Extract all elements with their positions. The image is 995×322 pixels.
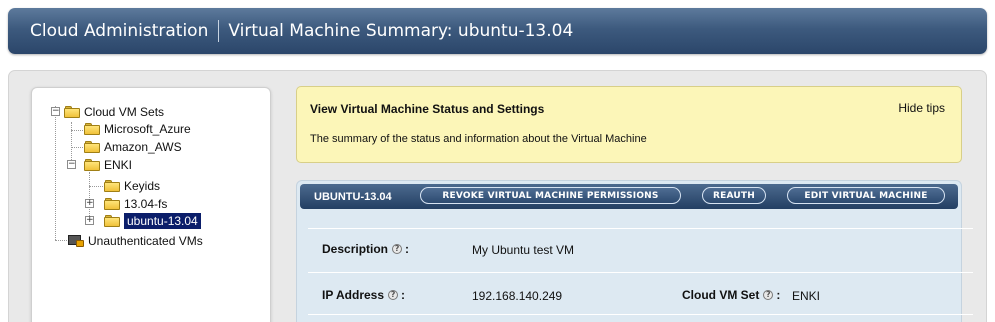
folder-icon: [104, 180, 120, 192]
tree-connector: [89, 186, 103, 187]
description-label-text: Description: [322, 242, 389, 256]
colon: :: [776, 288, 781, 302]
page-title: Virtual Machine Summary: ubuntu-13.04: [228, 21, 574, 41]
tree-connector: [71, 147, 85, 148]
vm-tree-panel: − Cloud VM Sets Microsoft_Azure Amazon_A…: [31, 87, 271, 322]
revoke-permissions-button[interactable]: REVOKE VIRTUAL MACHINE PERMISSIONS: [420, 187, 681, 204]
cloud-vm-set-value: ENKI: [792, 289, 821, 303]
folder-icon: [104, 198, 120, 210]
title-bar: Cloud Administration Virtual Machine Sum…: [8, 8, 987, 54]
help-icon[interactable]: ?: [388, 290, 399, 300]
colon: :: [401, 288, 406, 302]
tips-description: The summary of the status and informatio…: [310, 133, 647, 145]
edit-vm-button[interactable]: EDIT VIRTUAL MACHINE: [787, 187, 945, 204]
tree-item-cloud-vm-sets[interactable]: Cloud VM Sets: [64, 104, 164, 120]
tree-connector: [55, 106, 56, 240]
tree-item-amazon-aws[interactable]: Amazon_AWS: [84, 139, 182, 155]
vm-name: UBUNTU-13.04: [314, 190, 392, 203]
description-value: My Ubuntu test VM: [472, 243, 575, 257]
reauth-button[interactable]: REAUTH: [702, 187, 766, 204]
tree-connector: [89, 172, 90, 220]
tree-item-label: Cloud VM Sets: [84, 105, 165, 119]
detail-row-ip: IP Address ?: 192.168.140.249 Cloud VM S…: [308, 272, 973, 314]
tree-connector: [71, 130, 85, 131]
tree-item-unauthenticated-vms[interactable]: Unauthenticated VMs: [68, 233, 203, 249]
tree-item-13-04-fs[interactable]: 13.04-fs: [104, 196, 167, 212]
cloud-vm-set-label-text: Cloud VM Set: [682, 288, 760, 302]
tree-item-label: Keyids: [124, 179, 161, 193]
collapse-icon[interactable]: −: [67, 160, 76, 169]
tips-title: View Virtual Machine Status and Settings: [310, 102, 545, 116]
folder-icon: [84, 123, 100, 135]
ip-label: IP Address ?:: [322, 288, 405, 302]
description-label: Description ?:: [322, 242, 409, 256]
tree-item-ubuntu-13-04[interactable]: ubuntu-13.04: [104, 213, 201, 229]
hide-tips-link[interactable]: Hide tips: [898, 101, 945, 115]
help-icon[interactable]: ?: [392, 244, 403, 254]
expand-icon[interactable]: +: [85, 216, 94, 225]
help-icon[interactable]: ?: [763, 290, 774, 300]
folder-open-icon: [64, 106, 80, 118]
tree-item-label: ENKI: [104, 158, 133, 172]
detail-row-description: Description ?: My Ubuntu test VM: [308, 228, 973, 270]
tips-box: View Virtual Machine Status and Settings…: [296, 86, 962, 163]
tree-connector: [55, 240, 69, 241]
folder-icon: [84, 141, 100, 153]
tree-item-keyids[interactable]: Keyids: [104, 178, 160, 194]
tree-item-label: Unauthenticated VMs: [88, 234, 203, 248]
tree-item-label: 13.04-fs: [124, 197, 168, 211]
tree-item-label: Amazon_AWS: [104, 140, 182, 154]
tree-item-enki[interactable]: ENKI: [84, 157, 132, 173]
app-title: Cloud Administration: [30, 21, 209, 41]
colon: :: [405, 242, 410, 256]
ip-label-text: IP Address: [322, 288, 385, 302]
tree-item-microsoft-azure[interactable]: Microsoft_Azure: [84, 121, 191, 137]
tree-item-label: Microsoft_Azure: [104, 122, 191, 136]
ip-value: 192.168.140.249: [472, 289, 563, 303]
expand-icon[interactable]: +: [85, 199, 94, 208]
folder-open-icon: [84, 159, 100, 171]
cloud-vm-set-label: Cloud VM Set ?:: [682, 288, 780, 302]
folder-icon: [104, 215, 120, 227]
detail-row-divider: [308, 314, 973, 322]
collapse-icon[interactable]: −: [51, 107, 60, 116]
tree-item-label: ubuntu-13.04: [124, 213, 201, 229]
title-separator: [218, 20, 220, 42]
vm-tree: − Cloud VM Sets Microsoft_Azure Amazon_A…: [32, 88, 270, 322]
locked-vm-icon: [68, 234, 84, 248]
